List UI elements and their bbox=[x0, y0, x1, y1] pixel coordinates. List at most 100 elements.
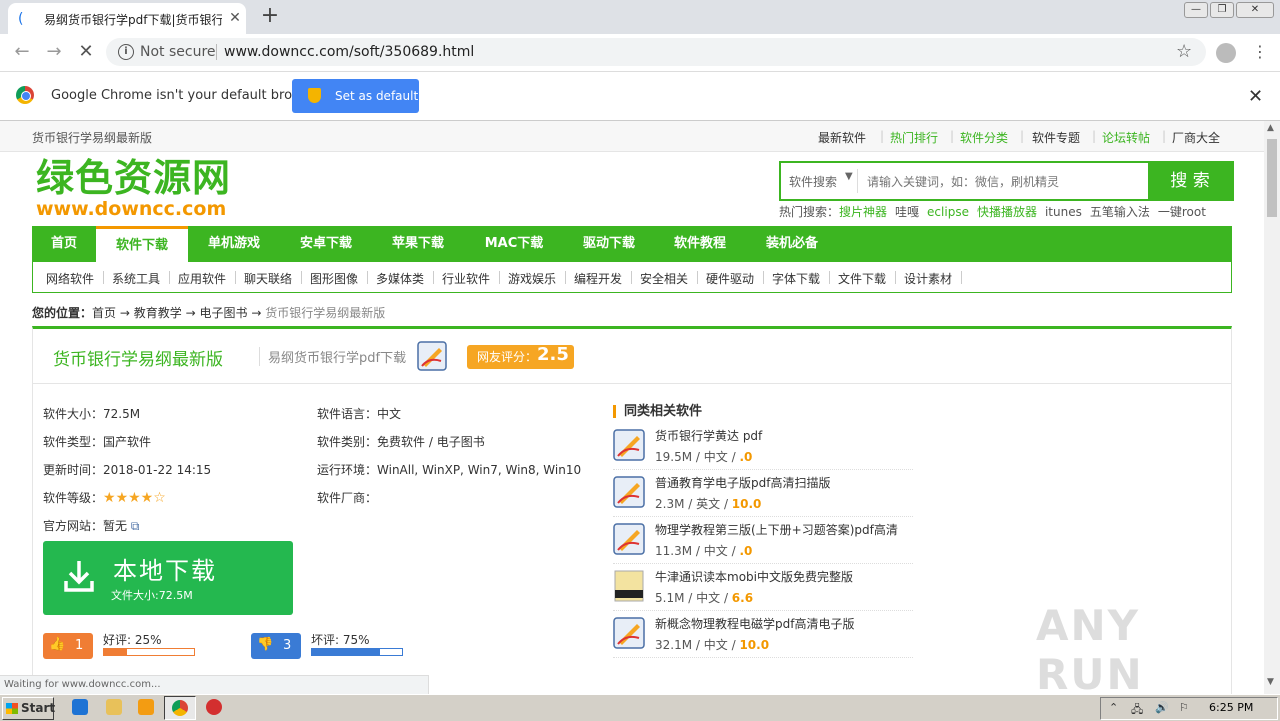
hot-item[interactable]: itunes bbox=[1045, 205, 1082, 219]
subnav-item[interactable]: 游戏娱乐 bbox=[508, 270, 556, 287]
related-item[interactable]: 牛津通识读本mobi中文版免费完整版 5.1M / 中文 / 6.6 bbox=[613, 564, 913, 611]
maximize-button[interactable]: ❐ bbox=[1210, 2, 1234, 18]
infobar-close-icon[interactable]: ✕ bbox=[1248, 86, 1263, 107]
toplink-category[interactable]: 软件分类 bbox=[960, 129, 1008, 146]
nav-tutorials[interactable]: 软件教程 bbox=[654, 226, 746, 262]
logo-text-en: www.downcc.com bbox=[36, 198, 227, 220]
stop-button[interactable]: ✕ bbox=[74, 40, 98, 64]
related-item-name[interactable]: 货币银行学黄达 pdf bbox=[655, 427, 762, 444]
new-tab-button[interactable]: + bbox=[258, 4, 282, 28]
profile-avatar-icon[interactable] bbox=[1216, 43, 1236, 63]
scroll-thumb[interactable] bbox=[1267, 139, 1277, 217]
subnav-item[interactable]: 聊天联络 bbox=[244, 270, 292, 287]
subnav-item[interactable]: 多媒体类 bbox=[376, 270, 424, 287]
forward-button[interactable]: → bbox=[42, 40, 66, 64]
taskbar-chrome-button[interactable] bbox=[164, 696, 196, 720]
thumbs-up-button[interactable]: 👍 1 bbox=[43, 633, 93, 659]
good-label: 好评: 25% bbox=[103, 633, 162, 647]
toplink-forum[interactable]: 论坛转帖 bbox=[1102, 129, 1150, 146]
back-button[interactable]: ← bbox=[10, 40, 34, 64]
subnav-item[interactable]: 安全相关 bbox=[640, 270, 688, 287]
antivirus-icon[interactable] bbox=[206, 699, 222, 715]
subnav-item[interactable]: 字体下载 bbox=[772, 270, 820, 287]
subnav-item[interactable]: 设计素材 bbox=[904, 270, 952, 287]
related-item-size: 19.5M bbox=[655, 450, 693, 464]
toplink-latest[interactable]: 最新软件 bbox=[818, 129, 866, 146]
thumbs-down-button[interactable]: 👎 3 bbox=[251, 633, 301, 659]
explorer-icon[interactable] bbox=[106, 699, 122, 715]
nav-essentials[interactable]: 装机必备 bbox=[746, 226, 838, 262]
related-item-meta: 32.1M / 中文 / 10.0 bbox=[655, 638, 770, 652]
network-icon[interactable]: 🖧 bbox=[1131, 701, 1143, 720]
main-nav: 首页 软件下载 单机游戏 安卓下载 苹果下载 MAC下载 驱动下载 软件教程 装… bbox=[32, 226, 1232, 262]
hot-item[interactable]: 快播播放器 bbox=[977, 205, 1037, 219]
page-scrollbar[interactable]: ▲ ▼ bbox=[1264, 121, 1280, 694]
local-download-button[interactable]: 本地下载 文件大小:72.5M bbox=[43, 541, 293, 615]
flag-icon[interactable]: ⚐ bbox=[1179, 701, 1189, 714]
breadcrumb-arrow: → bbox=[251, 306, 262, 320]
volume-icon[interactable]: 🔊 bbox=[1155, 701, 1169, 714]
nav-pc-games[interactable]: 单机游戏 bbox=[188, 226, 280, 262]
external-link-icon[interactable]: ⧉ bbox=[131, 519, 140, 533]
toplink-ranking[interactable]: 热门排行 bbox=[890, 129, 938, 146]
hot-item[interactable]: 一键root bbox=[1158, 205, 1206, 219]
topbar-title: 货币银行学易纲最新版 bbox=[32, 131, 153, 145]
related-item-name[interactable]: 新概念物理教程电磁学pdf高清电子版 bbox=[655, 615, 854, 632]
site-logo[interactable]: 绿色资源网 www.downcc.com bbox=[36, 157, 231, 219]
subnav-item[interactable]: 硬件驱动 bbox=[706, 270, 754, 287]
media-player-icon[interactable] bbox=[138, 699, 154, 715]
nav-drivers[interactable]: 驱动下载 bbox=[564, 226, 654, 262]
hot-item[interactable]: eclipse bbox=[927, 205, 969, 219]
toplink-vendors[interactable]: 厂商大全 bbox=[1172, 129, 1220, 146]
nav-mac[interactable]: MAC下载 bbox=[464, 226, 564, 262]
subnav-item[interactable]: 图形图像 bbox=[310, 270, 358, 287]
related-item[interactable]: 普通教育学电子版pdf高清扫描版 2.3M / 英文 / 10.0 bbox=[613, 470, 913, 517]
browser-tab[interactable]: ( 易纲货币银行学pdf下载|货币银行学 ✕ bbox=[8, 3, 246, 34]
pdf-file-icon bbox=[613, 617, 645, 649]
info-icon[interactable]: i bbox=[118, 44, 134, 60]
search-input[interactable] bbox=[865, 167, 1139, 197]
subnav-item[interactable]: 应用软件 bbox=[178, 270, 226, 287]
nav-software[interactable]: 软件下载 bbox=[96, 226, 188, 262]
breadcrumb-level2[interactable]: 电子图书 bbox=[199, 306, 247, 320]
url-text[interactable]: www.downcc.com/soft/350689.html bbox=[224, 44, 474, 60]
search-category-select[interactable]: 软件搜索 bbox=[789, 173, 837, 190]
related-item-name[interactable]: 牛津通识读本mobi中文版免费完整版 bbox=[655, 568, 853, 585]
tab-close-icon[interactable]: ✕ bbox=[226, 9, 244, 27]
scroll-down-icon[interactable]: ▼ bbox=[1267, 677, 1274, 687]
logo-text-cn: 绿色资源网 bbox=[36, 156, 232, 200]
subnav-item[interactable]: 行业软件 bbox=[442, 270, 490, 287]
breadcrumb-home[interactable]: 首页 bbox=[92, 306, 116, 320]
minimize-button[interactable]: — bbox=[1184, 2, 1208, 18]
scroll-up-icon[interactable]: ▲ bbox=[1267, 123, 1274, 133]
ie-icon[interactable] bbox=[72, 699, 88, 715]
related-item[interactable]: 货币银行学黄达 pdf 19.5M / 中文 / .0 bbox=[613, 423, 913, 470]
subnav-item[interactable]: 系统工具 bbox=[112, 270, 160, 287]
nav-android[interactable]: 安卓下载 bbox=[280, 226, 372, 262]
breadcrumb-level1[interactable]: 教育教学 bbox=[134, 306, 182, 320]
bookmark-star-icon[interactable]: ☆ bbox=[1176, 41, 1192, 62]
vendor-label: 软件厂商： bbox=[317, 491, 378, 505]
toplink-topics[interactable]: 软件专题 bbox=[1032, 129, 1080, 146]
hot-item[interactable]: 哇嘎 bbox=[895, 205, 919, 219]
search-button[interactable]: 搜 索 bbox=[1148, 163, 1232, 199]
set-as-default-button[interactable]: Set as default bbox=[292, 79, 419, 113]
address-bar[interactable]: i Not secure www.downcc.com/soft/350689.… bbox=[106, 38, 1206, 66]
chevron-down-icon[interactable]: ▼ bbox=[845, 171, 853, 182]
close-window-button[interactable]: ✕ bbox=[1236, 2, 1274, 18]
subnav-item[interactable]: 编程开发 bbox=[574, 270, 622, 287]
menu-kebab-icon[interactable]: ⋮ bbox=[1252, 42, 1268, 61]
nav-apple[interactable]: 苹果下载 bbox=[372, 226, 464, 262]
tray-expand-icon[interactable]: ⌃ bbox=[1109, 701, 1118, 714]
hot-item[interactable]: 五笔输入法 bbox=[1090, 205, 1150, 219]
hot-item[interactable]: 搜片神器 bbox=[839, 205, 887, 219]
subnav-item[interactable]: 网络软件 bbox=[46, 270, 94, 287]
related-item[interactable]: 物理学教程第三版(上下册+习题答案)pdf高清 11.3M / 中文 / .0 bbox=[613, 517, 913, 564]
related-item-lang: 英文 bbox=[696, 497, 721, 511]
related-item-name[interactable]: 物理学教程第三版(上下册+习题答案)pdf高清 bbox=[655, 521, 898, 538]
related-item[interactable]: 新概念物理教程电磁学pdf高清电子版 32.1M / 中文 / 10.0 bbox=[613, 611, 913, 658]
subnav-item[interactable]: 文件下载 bbox=[838, 270, 886, 287]
start-button[interactable]: Start bbox=[2, 697, 55, 720]
related-item-name[interactable]: 普通教育学电子版pdf高清扫描版 bbox=[655, 474, 830, 491]
nav-home[interactable]: 首页 bbox=[32, 226, 96, 262]
